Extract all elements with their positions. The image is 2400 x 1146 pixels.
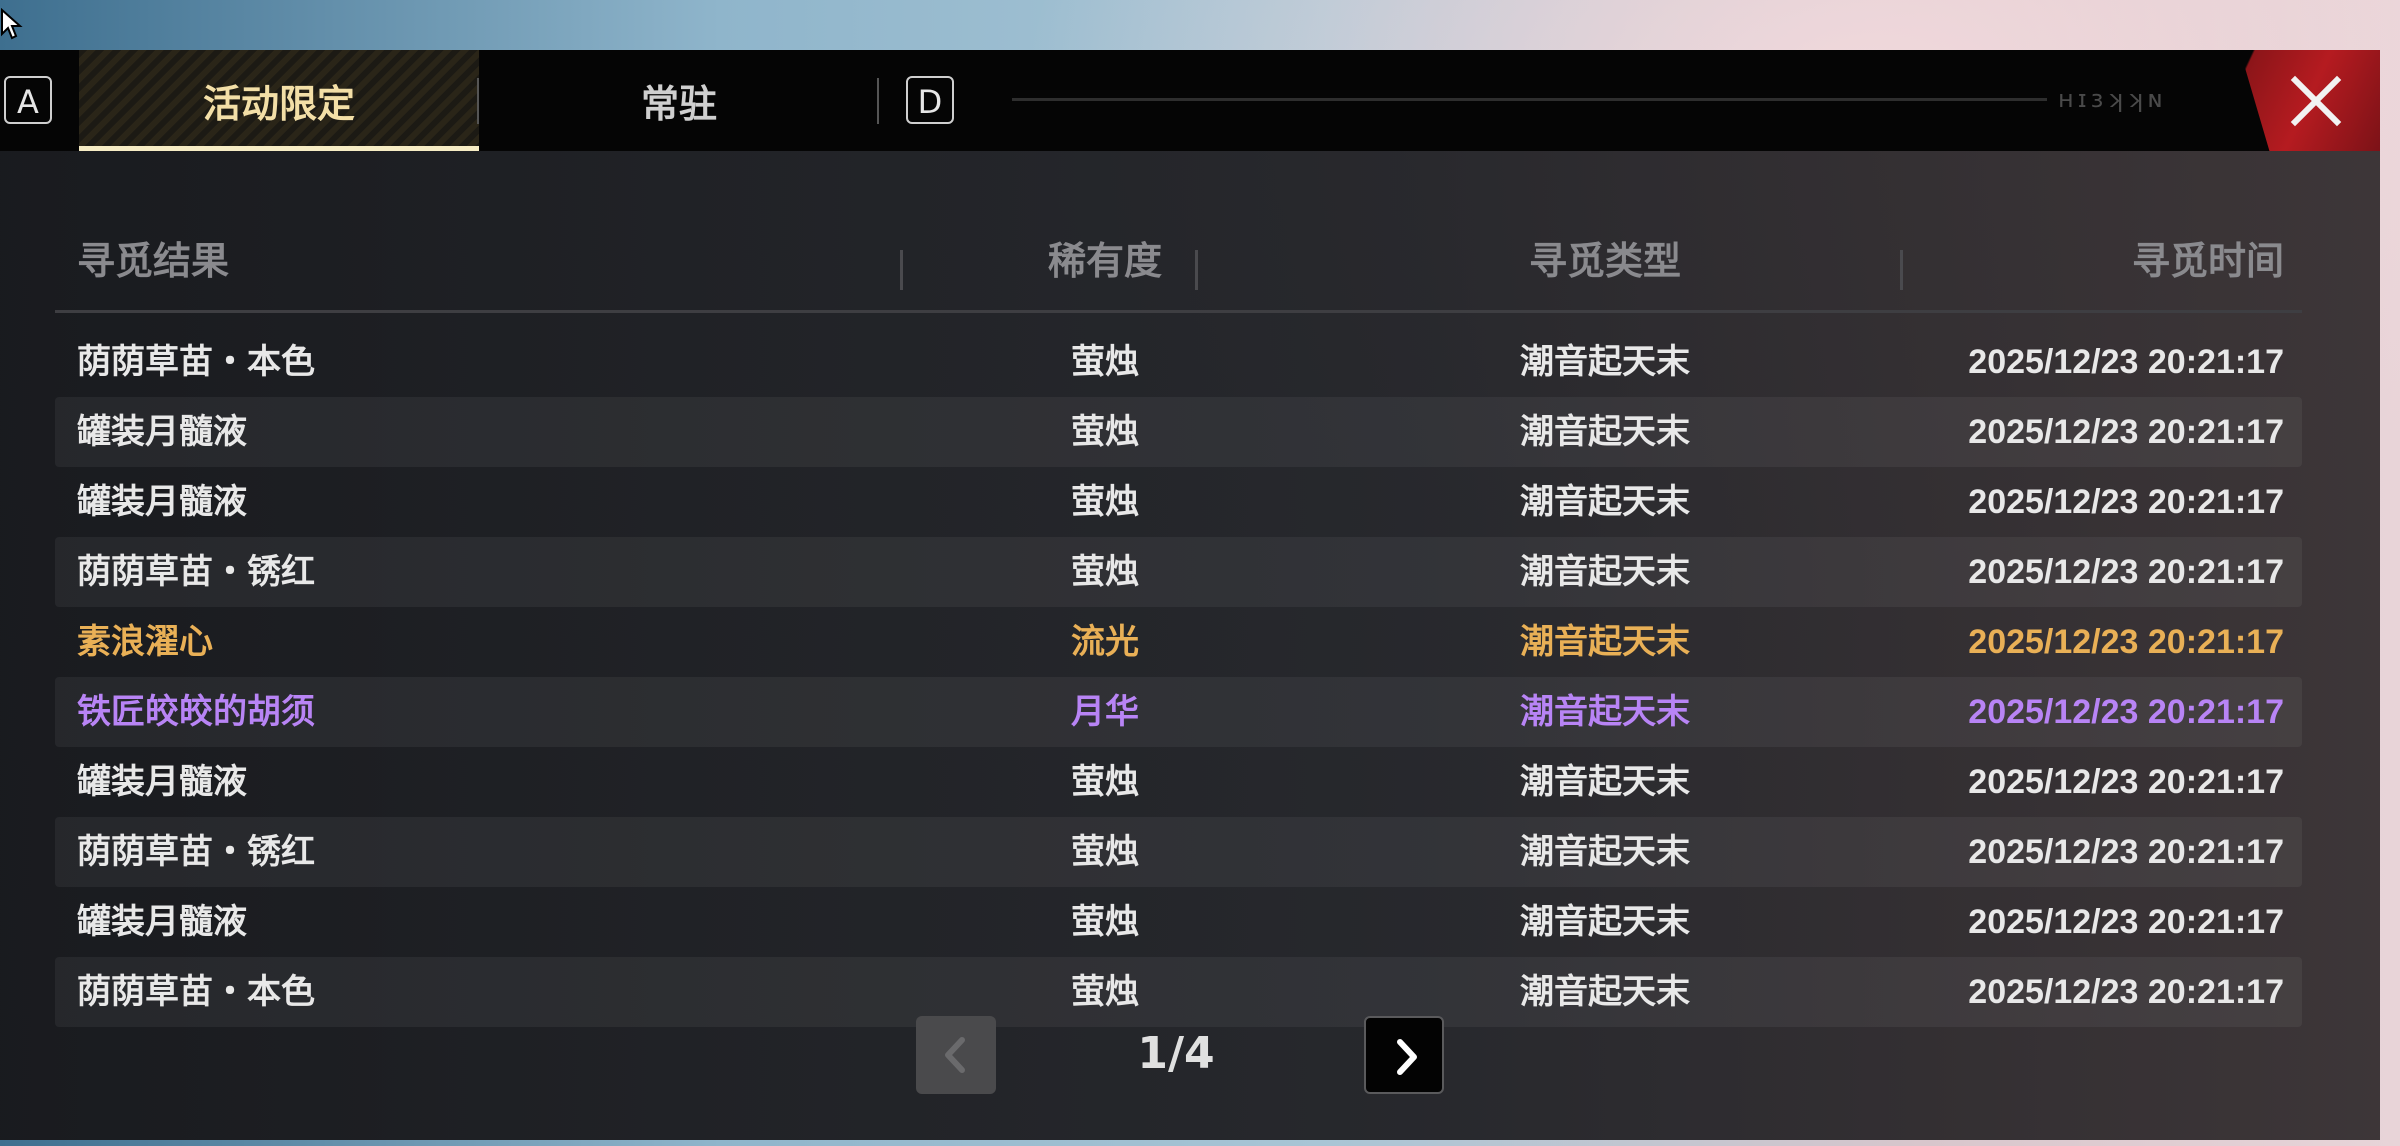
rarity: 萤烛 xyxy=(1071,902,1139,942)
result-name: 荫荫草苗・锈红 xyxy=(77,832,315,872)
table-row: 荫荫草苗・锈红 萤烛 潮音起天末 2025/12/23 20:21:17 xyxy=(55,537,2302,607)
rarity: 萤烛 xyxy=(1071,552,1139,592)
column-separator xyxy=(900,250,903,290)
search-time: 2025/12/23 20:21:17 xyxy=(1968,693,2284,731)
column-header-result: 寻觅结果 xyxy=(77,239,230,283)
mouse-cursor-icon xyxy=(1,8,23,40)
next-page-button[interactable] xyxy=(1364,1016,1444,1094)
table-row: 荫荫草苗・本色 萤烛 潮音起天末 2025/12/23 20:21:17 xyxy=(55,327,2302,397)
decorative-track-marks: ʜɪɜʞʞɴ xyxy=(2058,85,2167,113)
previous-page-button[interactable] xyxy=(916,1016,996,1094)
search-type: 潮音起天末 xyxy=(1520,342,1690,382)
search-time: 2025/12/23 20:21:17 xyxy=(1968,763,2284,801)
column-header-rarity: 稀有度 xyxy=(1047,239,1162,283)
tab-limited[interactable]: 活动限定 xyxy=(79,50,479,151)
key-hint-d: D xyxy=(906,76,954,124)
column-header-time: 寻觅时间 xyxy=(2131,239,2284,283)
tab-bar: A 活动限定 常驻 D ʜɪɜʞʞɴ xyxy=(0,50,2380,151)
history-table: 寻觅结果 稀有度 寻觅类型 寻觅时间 荫荫草苗・本色 萤烛 潮音起天末 2025… xyxy=(55,200,2302,1027)
result-name: 素浪濯心 xyxy=(77,622,213,662)
tab-standard[interactable]: 常驻 xyxy=(479,50,879,151)
rarity: 萤烛 xyxy=(1071,762,1139,802)
table-row: 罐装月髓液 萤烛 潮音起天末 2025/12/23 20:21:17 xyxy=(55,467,2302,537)
chevron-right-icon xyxy=(1397,1039,1417,1075)
decorative-track-line xyxy=(1012,98,2047,101)
result-name: 罐装月髓液 xyxy=(77,762,247,802)
rarity: 萤烛 xyxy=(1071,832,1139,872)
search-time: 2025/12/23 20:21:17 xyxy=(1968,903,2284,941)
table-row: 罐装月髓液 萤烛 潮音起天末 2025/12/23 20:21:17 xyxy=(55,397,2302,467)
column-separator xyxy=(1900,250,1903,290)
result-name: 铁匠皎皎的胡须 xyxy=(77,692,315,732)
search-type: 潮音起天末 xyxy=(1520,622,1690,662)
table-body: 荫荫草苗・本色 萤烛 潮音起天末 2025/12/23 20:21:17 罐装月… xyxy=(55,327,2302,1027)
table-row: 罐装月髓液 萤烛 潮音起天末 2025/12/23 20:21:17 xyxy=(55,887,2302,957)
search-type: 潮音起天末 xyxy=(1520,552,1690,592)
search-time: 2025/12/23 20:21:17 xyxy=(1968,413,2284,451)
tab-divider xyxy=(877,78,879,124)
table-row: 素浪濯心 流光 潮音起天末 2025/12/23 20:21:17 xyxy=(55,607,2302,677)
search-time: 2025/12/23 20:21:17 xyxy=(1968,833,2284,871)
rarity: 萤烛 xyxy=(1071,412,1139,452)
table-header: 寻觅结果 稀有度 寻觅类型 寻觅时间 xyxy=(55,200,2302,313)
chevron-left-icon xyxy=(945,1037,965,1073)
key-hint-a: A xyxy=(4,76,52,124)
close-icon[interactable] xyxy=(2287,72,2345,130)
search-time: 2025/12/23 20:21:17 xyxy=(1968,553,2284,591)
column-separator xyxy=(1195,250,1198,290)
search-type: 潮音起天末 xyxy=(1520,412,1690,452)
page-indicator: 1/4 xyxy=(1137,1028,1215,1079)
rarity: 流光 xyxy=(1071,622,1139,662)
search-type: 潮音起天末 xyxy=(1520,762,1690,802)
table-row: 荫荫草苗・锈红 萤烛 潮音起天末 2025/12/23 20:21:17 xyxy=(55,817,2302,887)
search-type: 潮音起天末 xyxy=(1520,692,1690,732)
gacha-history-panel: A 活动限定 常驻 D ʜɪɜʞʞɴ 寻觅结果 稀有度 寻觅类型 寻觅时间 荫荫… xyxy=(0,50,2380,1140)
rarity: 月华 xyxy=(1071,692,1139,732)
rarity: 萤烛 xyxy=(1071,342,1139,382)
result-name: 荫荫草苗・本色 xyxy=(77,342,315,382)
table-row: 罐装月髓液 萤烛 潮音起天末 2025/12/23 20:21:17 xyxy=(55,747,2302,817)
column-header-type: 寻觅类型 xyxy=(1528,239,1681,283)
result-name: 罐装月髓液 xyxy=(77,482,247,522)
search-type: 潮音起天末 xyxy=(1520,902,1690,942)
table-row: 铁匠皎皎的胡须 月华 潮音起天末 2025/12/23 20:21:17 xyxy=(55,677,2302,747)
search-time: 2025/12/23 20:21:17 xyxy=(1968,483,2284,521)
result-name: 荫荫草苗・锈红 xyxy=(77,552,315,592)
result-name: 罐装月髓液 xyxy=(77,412,247,452)
search-time: 2025/12/23 20:21:17 xyxy=(1968,623,2284,661)
pagination: 1/4 xyxy=(0,1016,2400,1096)
search-type: 潮音起天末 xyxy=(1520,832,1690,872)
search-type: 潮音起天末 xyxy=(1520,482,1690,522)
search-time: 2025/12/23 20:21:17 xyxy=(1968,343,2284,381)
result-name: 罐装月髓液 xyxy=(77,902,247,942)
rarity: 萤烛 xyxy=(1071,482,1139,522)
